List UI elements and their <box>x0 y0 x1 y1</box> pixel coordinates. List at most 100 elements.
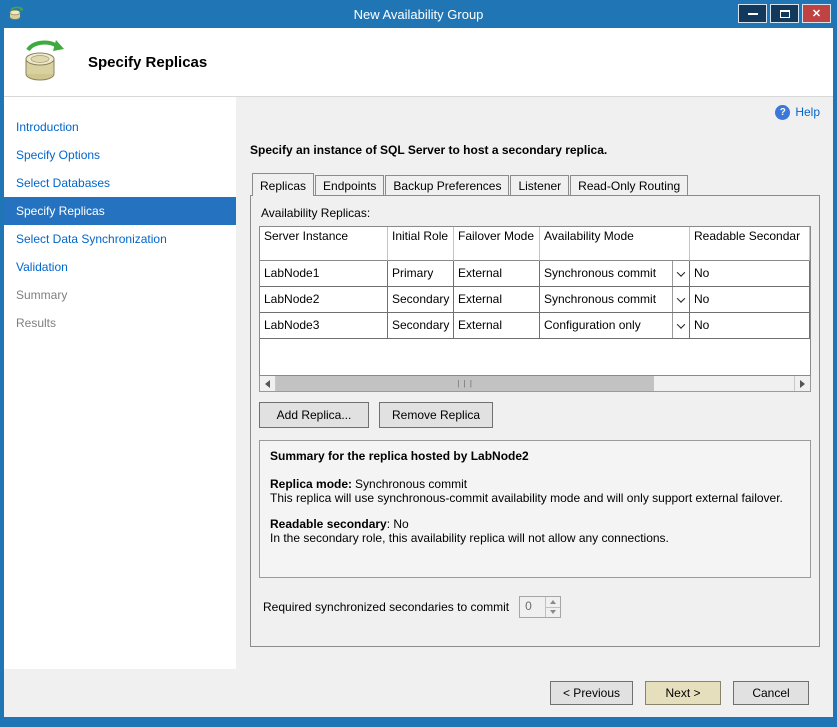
dropdown-button[interactable] <box>672 287 689 312</box>
cancel-button[interactable]: Cancel <box>733 681 809 705</box>
availability-mode-dropdown[interactable]: Configuration only <box>540 313 689 338</box>
grid-row-labnode2: LabNode2 Secondary External Synchronous … <box>260 287 810 313</box>
sidebar-item-introduction[interactable]: Introduction <box>4 113 236 141</box>
help-row: ? Help <box>250 103 820 121</box>
sidebar-item-results: Results <box>4 309 236 337</box>
spinner-value: 0 <box>520 597 545 617</box>
replica-mode-description: This replica will use synchronous-commit… <box>270 491 800 505</box>
readable-secondary-value: : No <box>387 517 409 531</box>
dropdown-value: Synchronous commit <box>540 261 672 286</box>
replica-mode-label: Replica mode: <box>270 477 352 491</box>
replica-mode-line: Replica mode:Synchronous commit <box>270 477 800 491</box>
replicas-tab-panel: Availability Replicas: Server Instance I… <box>250 195 820 647</box>
help-link[interactable]: Help <box>795 105 820 119</box>
chevron-down-icon <box>677 320 685 328</box>
scrollbar-thumb[interactable]: | | | <box>276 376 654 391</box>
dialog-body: Specify Replicas Introduction Specify Op… <box>4 28 833 717</box>
cell-readable-secondary[interactable]: No <box>690 287 810 313</box>
grid-actions: Add Replica... Remove Replica <box>259 402 811 428</box>
sidebar-item-select-data-synchronization[interactable]: Select Data Synchronization <box>4 225 236 253</box>
grid-row-labnode1: LabNode1 Primary External Synchronous co… <box>260 261 810 287</box>
dialog-window: New Availability Group ✕ Specify Replica… <box>0 0 837 727</box>
cell-failover-mode[interactable]: External <box>454 313 540 339</box>
column-header-failover-mode: Failover Mode <box>454 227 540 261</box>
required-secondaries-label: Required synchronized secondaries to com… <box>263 600 509 614</box>
tab-backup-preferences[interactable]: Backup Preferences <box>385 175 509 195</box>
help-icon[interactable]: ? <box>775 105 790 120</box>
wizard-footer: < Previous Next > Cancel <box>4 669 833 717</box>
readable-secondary-label: Readable secondary <box>270 517 387 531</box>
cell-server-instance[interactable]: LabNode3 <box>260 313 388 339</box>
dropdown-value: Synchronous commit <box>540 287 672 312</box>
title-bar[interactable]: New Availability Group ✕ <box>0 0 837 28</box>
cell-readable-secondary[interactable]: No <box>690 261 810 287</box>
tab-listener[interactable]: Listener <box>510 175 569 195</box>
spinner-buttons <box>545 597 560 617</box>
readable-secondary-line: Readable secondary: No <box>270 517 800 531</box>
cell-failover-mode[interactable]: External <box>454 261 540 287</box>
sidebar-item-specify-replicas[interactable]: Specify Replicas <box>4 197 236 225</box>
window-controls: ✕ <box>738 4 831 23</box>
scrollbar-grip-icon: | | | <box>457 380 473 388</box>
previous-button[interactable]: < Previous <box>550 681 633 705</box>
spinner-down-button <box>546 607 560 618</box>
sidebar-item-summary: Summary <box>4 281 236 309</box>
column-header-server-instance: Server Instance <box>260 227 388 261</box>
spinner-down-icon <box>550 610 556 614</box>
dropdown-button[interactable] <box>672 261 689 286</box>
column-header-initial-role: Initial Role <box>388 227 454 261</box>
cell-server-instance[interactable]: LabNode1 <box>260 261 388 287</box>
tab-endpoints[interactable]: Endpoints <box>315 175 384 195</box>
cell-initial-role[interactable]: Secondary <box>388 287 454 313</box>
dropdown-value: Configuration only <box>540 313 672 338</box>
availability-mode-dropdown[interactable]: Synchronous commit <box>540 287 689 312</box>
sidebar-item-specify-options[interactable]: Specify Options <box>4 141 236 169</box>
tab-replicas[interactable]: Replicas <box>252 173 314 196</box>
summary-title: Summary for the replica hosted by LabNod… <box>270 449 800 463</box>
replica-summary-panel: Summary for the replica hosted by LabNod… <box>259 440 811 578</box>
sidebar-item-select-databases[interactable]: Select Databases <box>4 169 236 197</box>
readable-secondary-description: In the secondary role, this availability… <box>270 531 800 545</box>
instruction-text: Specify an instance of SQL Server to hos… <box>250 143 820 157</box>
maximize-button[interactable] <box>770 4 799 23</box>
add-replica-button[interactable]: Add Replica... <box>259 402 369 428</box>
required-secondaries-spinner: 0 <box>519 596 561 618</box>
column-header-readable-secondary: Readable Secondar <box>690 227 810 261</box>
tab-strip: Replicas Endpoints Backup Preferences Li… <box>250 173 820 195</box>
wizard-steps-sidebar: Introduction Specify Options Select Data… <box>4 97 236 669</box>
next-button[interactable]: Next > <box>645 681 721 705</box>
availability-mode-dropdown[interactable]: Synchronous commit <box>540 261 689 286</box>
grid-row-labnode3: LabNode3 Secondary External Configuratio… <box>260 313 810 339</box>
maximize-icon <box>780 10 790 18</box>
replicas-grid: Server Instance Initial Role Failover Mo… <box>259 226 811 376</box>
window-title: New Availability Group <box>354 7 484 22</box>
availability-group-icon <box>20 39 66 85</box>
cell-failover-mode[interactable]: External <box>454 287 540 313</box>
horizontal-scrollbar[interactable]: | | | <box>259 376 811 392</box>
replica-mode-value: Synchronous commit <box>355 477 467 491</box>
scroll-right-button[interactable] <box>794 376 810 391</box>
cell-initial-role[interactable]: Secondary <box>388 313 454 339</box>
cell-initial-role[interactable]: Primary <box>388 261 454 287</box>
cell-server-instance[interactable]: LabNode2 <box>260 287 388 313</box>
dropdown-button[interactable] <box>672 313 689 338</box>
close-button[interactable]: ✕ <box>802 4 831 23</box>
page-title: Specify Replicas <box>88 54 207 71</box>
content-body: Introduction Specify Options Select Data… <box>4 97 833 669</box>
chevron-down-icon <box>677 294 685 302</box>
remove-replica-button[interactable]: Remove Replica <box>379 402 493 428</box>
scroll-right-icon <box>800 380 805 388</box>
main-pane: ? Help Specify an instance of SQL Server… <box>236 97 833 669</box>
cell-availability-mode: Synchronous commit <box>540 261 690 287</box>
tab-read-only-routing[interactable]: Read-Only Routing <box>570 175 688 195</box>
cell-readable-secondary[interactable]: No <box>690 313 810 339</box>
close-icon: ✕ <box>812 7 821 20</box>
spinner-up-button <box>546 597 560 607</box>
sidebar-item-validation[interactable]: Validation <box>4 253 236 281</box>
scroll-left-button[interactable] <box>260 376 276 391</box>
cell-availability-mode: Configuration only <box>540 313 690 339</box>
spinner-up-icon <box>550 600 556 604</box>
cell-availability-mode: Synchronous commit <box>540 287 690 313</box>
scrollbar-track[interactable]: | | | <box>276 376 794 391</box>
minimize-button[interactable] <box>738 4 767 23</box>
